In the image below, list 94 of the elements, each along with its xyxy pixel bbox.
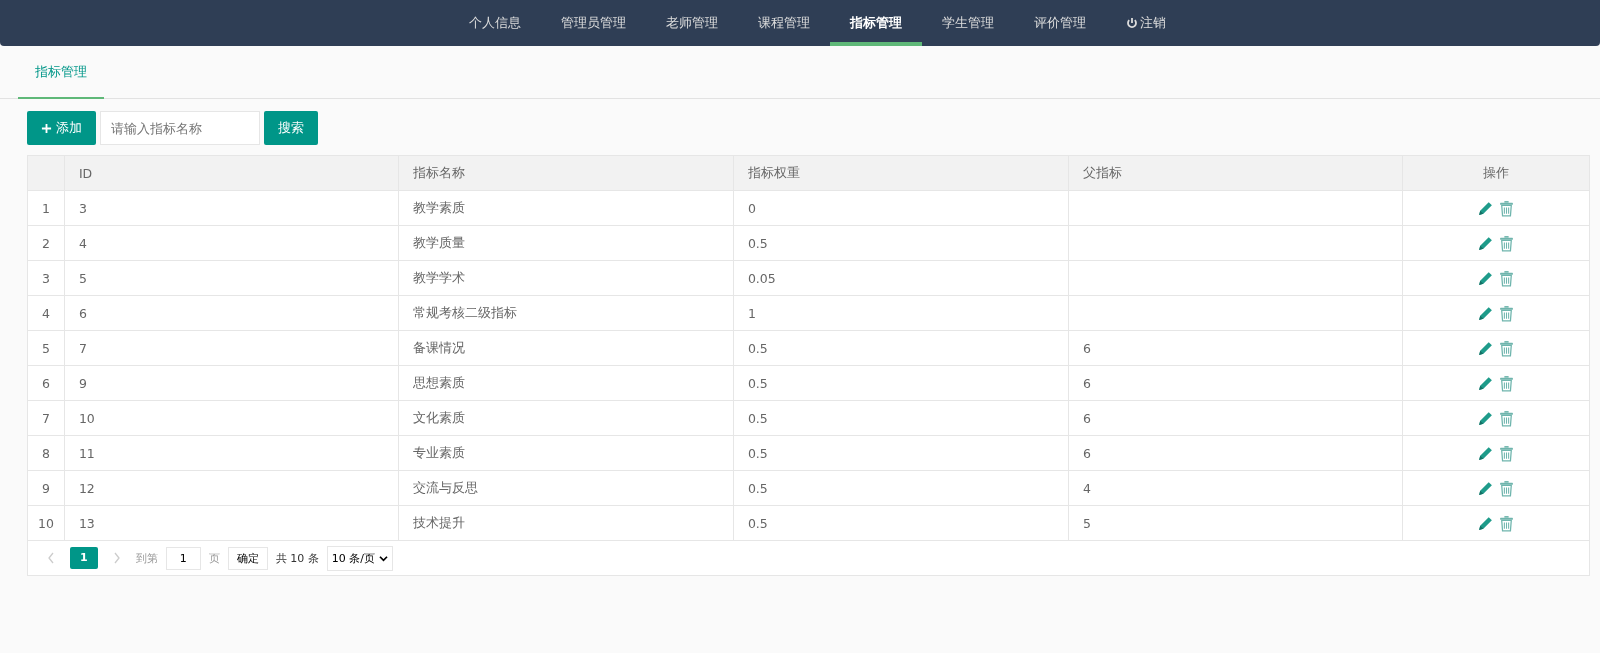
trash-icon[interactable] xyxy=(1497,339,1515,357)
table-cell: 6 xyxy=(1082,445,1091,461)
pencil-icon[interactable] xyxy=(1476,479,1494,497)
trash-icon[interactable] xyxy=(1497,514,1515,532)
pencil-icon[interactable] xyxy=(1476,234,1494,252)
row-number: 8 xyxy=(41,445,50,461)
column-header: 指标名称 xyxy=(412,164,465,180)
table-cell: 6 xyxy=(1082,410,1091,426)
trash-icon[interactable] xyxy=(1497,269,1515,287)
row-number: 4 xyxy=(41,305,50,321)
table-cell: 备课情况 xyxy=(412,339,465,355)
trash-icon[interactable] xyxy=(1497,479,1515,497)
table-cell: 5 xyxy=(1082,515,1091,531)
table-cell: 0.5 xyxy=(747,340,768,356)
table-cell: 技术提升 xyxy=(412,514,465,530)
pencil-icon[interactable] xyxy=(1476,444,1494,462)
table-cell: 3 xyxy=(78,200,87,216)
row-number: 7 xyxy=(41,410,50,426)
nav-link[interactable]: 评价管理 xyxy=(1014,0,1106,46)
page-unit-label: 页 xyxy=(208,550,220,566)
nav-link[interactable]: 指标管理 xyxy=(830,0,922,46)
column-header: ID xyxy=(78,165,93,181)
column-header: 父指标 xyxy=(1082,164,1122,180)
page-input[interactable]: 1 xyxy=(165,546,201,570)
row-number: 5 xyxy=(41,340,50,356)
plus-icon xyxy=(41,122,52,134)
table-cell: 6 xyxy=(1082,340,1091,356)
table-cell: 文化素质 xyxy=(412,409,465,425)
table-cell: 5 xyxy=(78,270,87,286)
trash-icon[interactable] xyxy=(1497,304,1515,322)
table-cell: 教学质量 xyxy=(412,234,465,250)
nav-link[interactable]: 管理员管理 xyxy=(541,0,646,46)
column-header: 指标权重 xyxy=(747,164,800,180)
pencil-icon[interactable] xyxy=(1476,339,1494,357)
table-cell: 0.05 xyxy=(747,270,776,286)
table-cell: 6 xyxy=(78,305,87,321)
table-cell: 11 xyxy=(78,445,95,461)
nav-link[interactable]: 学生管理 xyxy=(922,0,1014,46)
row-number: 2 xyxy=(41,235,50,251)
total-count: 共 10 条 xyxy=(275,550,319,566)
table-cell: 0.5 xyxy=(747,515,768,531)
row-number: 10 xyxy=(38,515,54,531)
page-size-select[interactable]: 10 条/页 xyxy=(326,545,393,571)
table-cell: 交流与反思 xyxy=(412,479,478,495)
row-number: 9 xyxy=(41,480,50,496)
nav-link[interactable]: 个人信息 xyxy=(449,0,541,46)
table-cell: 13 xyxy=(78,515,95,531)
previous-page-icon[interactable] xyxy=(46,551,56,565)
table-cell: 10 xyxy=(78,410,95,426)
row-number: 1 xyxy=(41,200,50,216)
trash-icon[interactable] xyxy=(1497,374,1515,392)
table-cell: 0 xyxy=(747,200,756,216)
table-cell: 1 xyxy=(747,305,756,321)
table-cell: 9 xyxy=(78,375,87,391)
nav-link[interactable]: 课程管理 xyxy=(738,0,830,46)
pencil-icon[interactable] xyxy=(1476,199,1494,217)
table-cell: 常规考核二级指标 xyxy=(412,304,517,320)
table-cell: 0.5 xyxy=(747,375,768,391)
table-cell: 教学素质 xyxy=(412,199,465,215)
row-number: 3 xyxy=(41,270,50,286)
trash-icon[interactable] xyxy=(1497,409,1515,427)
add-button[interactable]: 添加 xyxy=(27,111,96,145)
search-field[interactable]: 请输入指标名称 xyxy=(100,111,260,145)
pencil-icon[interactable] xyxy=(1476,269,1494,287)
table-cell: 思想素质 xyxy=(412,374,465,390)
table-cell: 4 xyxy=(78,235,87,251)
table-cell: 0.5 xyxy=(747,480,768,496)
goto-label: 到第 xyxy=(135,550,158,566)
nav-link[interactable]: 老师管理 xyxy=(646,0,738,46)
table-cell: 0.5 xyxy=(747,235,768,251)
table-cell: 6 xyxy=(1082,375,1091,391)
table-cell: 专业素质 xyxy=(412,444,465,460)
row-number: 6 xyxy=(41,375,50,391)
trash-icon[interactable] xyxy=(1497,199,1515,217)
table-cell: 0.5 xyxy=(747,445,768,461)
table-cell: 12 xyxy=(78,480,95,496)
confirm-button[interactable]: 确定 xyxy=(227,546,268,570)
column-header: 操作 xyxy=(1482,164,1509,180)
search-button[interactable]: 搜索 xyxy=(264,111,318,145)
table-cell: 4 xyxy=(1082,480,1091,496)
power-icon xyxy=(1126,17,1138,29)
nav-link[interactable]: 注销 xyxy=(1106,0,1186,46)
pencil-icon[interactable] xyxy=(1476,374,1494,392)
trash-icon[interactable] xyxy=(1497,444,1515,462)
table-cell: 7 xyxy=(78,340,87,356)
table-cell: 教学学术 xyxy=(412,269,465,285)
page-button[interactable]: 1 xyxy=(70,547,98,569)
trash-icon[interactable] xyxy=(1497,234,1515,252)
pencil-icon[interactable] xyxy=(1476,409,1494,427)
table-cell: 0.5 xyxy=(747,410,768,426)
pencil-icon[interactable] xyxy=(1476,514,1494,532)
caret-icon xyxy=(378,554,388,562)
tab[interactable]: 指标管理 xyxy=(18,58,104,99)
pencil-icon[interactable] xyxy=(1476,304,1494,322)
